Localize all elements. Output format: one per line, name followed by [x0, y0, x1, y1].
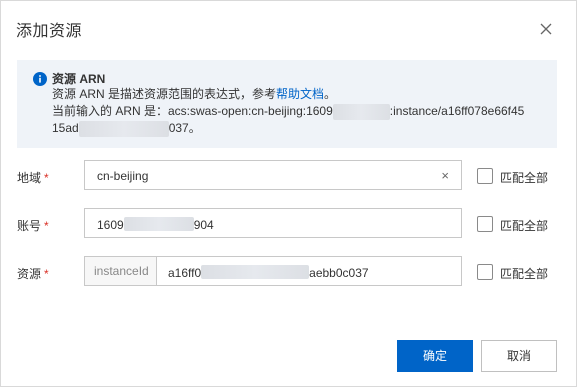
- notice-title: 资源 ARN: [52, 72, 106, 86]
- resource-label: 资源 *: [17, 265, 49, 282]
- account-match-all-label[interactable]: 匹配全部: [500, 217, 548, 234]
- close-icon[interactable]: [538, 21, 554, 37]
- required-mark: *: [44, 267, 49, 281]
- notice-description: 资源 ARN 是描述资源范围的表达式，参考帮助文档。: [52, 86, 336, 102]
- addon-label: instanceId: [94, 264, 149, 278]
- resource-value-suffix: aebb0c037: [309, 266, 369, 280]
- redacted-mask: [201, 265, 310, 279]
- region-match-all-label[interactable]: 匹配全部: [500, 169, 548, 186]
- arn-prefix: 当前输入的 ARN 是：acs:swas-open:cn-beijing:160…: [52, 104, 333, 118]
- resource-match-all-label[interactable]: 匹配全部: [500, 265, 548, 282]
- arn-middle: :instance/a16ff078e66f45: [389, 104, 525, 118]
- required-mark: *: [44, 219, 49, 233]
- account-label: 账号 *: [17, 217, 49, 234]
- notice-desc-text: 资源 ARN 是描述资源范围的表达式，参考: [52, 87, 277, 101]
- resource-label-text: 资源: [17, 267, 42, 281]
- region-select[interactable]: cn-beijing ×: [84, 160, 462, 190]
- confirm-button[interactable]: 确定: [397, 340, 473, 372]
- redacted-mask: [123, 217, 194, 231]
- resource-value-prefix: a16ff0: [168, 266, 202, 280]
- resource-match-all-checkbox[interactable]: [477, 264, 493, 280]
- account-input[interactable]: 1609 904: [84, 208, 462, 238]
- region-label: 地域 *: [17, 169, 49, 186]
- region-label-text: 地域: [17, 171, 42, 185]
- resource-input[interactable]: instanceId a16ff0 aebb0c037: [84, 256, 462, 286]
- resource-value: a16ff0 aebb0c037: [168, 265, 369, 280]
- dialog-title: 添加资源: [16, 23, 83, 40]
- add-resource-dialog: 添加资源 资源 ARN 资源 ARN 是描述资源范围的表达式，参考帮助文档。 当…: [0, 0, 577, 387]
- cancel-button[interactable]: 取消: [481, 340, 557, 372]
- arn-current-line-2: 15ad 037。: [52, 120, 201, 137]
- account-value-suffix: 904: [193, 218, 214, 232]
- help-doc-link[interactable]: 帮助文档: [276, 87, 324, 101]
- region-match-all-checkbox[interactable]: [477, 168, 493, 184]
- region-value: cn-beijing: [97, 169, 149, 183]
- redacted-mask: [332, 103, 390, 120]
- info-icon: [33, 72, 47, 86]
- arn-notice: 资源 ARN 资源 ARN 是描述资源范围的表达式，参考帮助文档。 当前输入的 …: [17, 60, 557, 148]
- account-value-prefix: 1609: [97, 218, 124, 232]
- notice-desc-end: 。: [324, 87, 337, 101]
- clear-icon[interactable]: ×: [441, 168, 449, 183]
- account-label-text: 账号: [17, 219, 42, 233]
- required-mark: *: [44, 171, 49, 185]
- redacted-mask: [78, 120, 169, 137]
- account-match-all-checkbox[interactable]: [477, 216, 493, 232]
- instance-id-addon: instanceId: [85, 257, 157, 285]
- arn-current-line: 当前输入的 ARN 是：acs:swas-open:cn-beijing:160…: [52, 103, 524, 120]
- account-value: 1609 904: [97, 217, 214, 232]
- arn-line2-prefix: 15ad: [52, 121, 79, 135]
- arn-line2-suffix: 037。: [168, 121, 201, 135]
